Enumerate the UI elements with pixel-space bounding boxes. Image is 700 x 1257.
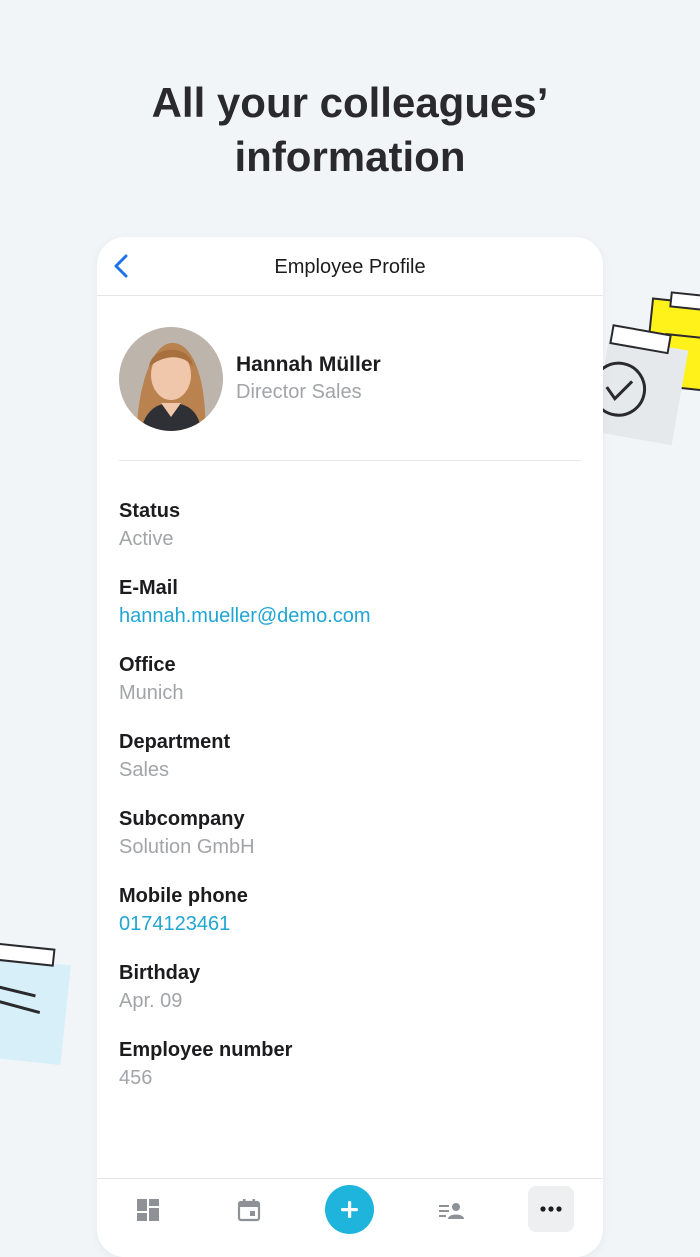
field-label: Birthday xyxy=(119,962,201,984)
field-label: E-Mail xyxy=(119,577,178,599)
field-subcompany: Subcompany Solution GmbH xyxy=(119,805,581,882)
email-link[interactable]: hannah.mueller@demo.com xyxy=(119,602,581,630)
tab-bar xyxy=(97,1178,603,1257)
field-label: Department xyxy=(119,731,231,753)
field-value: Munich xyxy=(119,682,184,704)
field-employee-number: Employee number 456 xyxy=(119,1036,581,1113)
field-value: Apr. 09 xyxy=(119,990,183,1012)
field-label: Employee number xyxy=(119,1039,293,1061)
employee-role: Director Sales xyxy=(236,381,362,403)
tab-dashboard[interactable] xyxy=(125,1187,171,1233)
tab-colleagues[interactable] xyxy=(427,1187,473,1233)
note-decoration xyxy=(0,942,71,1065)
employee-details: Status Active E-Mail hannah.mueller@demo… xyxy=(119,497,581,1113)
navigation-bar: Employee Profile xyxy=(97,237,603,296)
add-button[interactable] xyxy=(325,1185,374,1234)
field-status: Status Active xyxy=(119,497,581,574)
field-birthday: Birthday Apr. 09 xyxy=(119,959,581,1036)
page-title: Employee Profile xyxy=(274,256,426,278)
field-value: Active xyxy=(119,528,174,550)
field-mobile-phone: Mobile phone 0174123461 xyxy=(119,882,581,959)
field-value: Solution GmbH xyxy=(119,836,255,858)
avatar xyxy=(119,327,223,431)
employee-name: Hannah Müller xyxy=(236,353,381,376)
field-office: Office Munich xyxy=(119,651,581,728)
field-department: Department Sales xyxy=(119,728,581,805)
field-label: Office xyxy=(119,654,176,676)
more-icon xyxy=(540,1206,562,1212)
profile-header: Hannah Müller Director Sales xyxy=(119,327,581,433)
field-label: Subcompany xyxy=(119,808,245,830)
tab-calendar[interactable] xyxy=(226,1187,272,1233)
person-photo-icon xyxy=(119,327,223,431)
calendar-icon xyxy=(237,1199,261,1222)
headline-line-1: All your colleagues’ xyxy=(151,79,549,126)
field-label: Status xyxy=(119,500,181,522)
headline: All your colleagues’ information xyxy=(0,76,700,184)
field-email: E-Mail hannah.mueller@demo.com xyxy=(119,574,581,651)
phone-link[interactable]: 0174123461 xyxy=(119,910,581,938)
divider xyxy=(119,460,581,461)
headline-line-2: information xyxy=(234,133,466,180)
field-value: 456 xyxy=(119,1067,153,1089)
field-label: Mobile phone xyxy=(119,885,248,907)
people-list-icon xyxy=(439,1203,464,1219)
field-value: Sales xyxy=(119,759,170,781)
plus-icon xyxy=(341,1201,358,1218)
phone-screen: Employee Profile Hannah Müller Director … xyxy=(97,237,603,1257)
dashboard-icon xyxy=(137,1199,159,1221)
tab-more[interactable] xyxy=(528,1186,574,1232)
